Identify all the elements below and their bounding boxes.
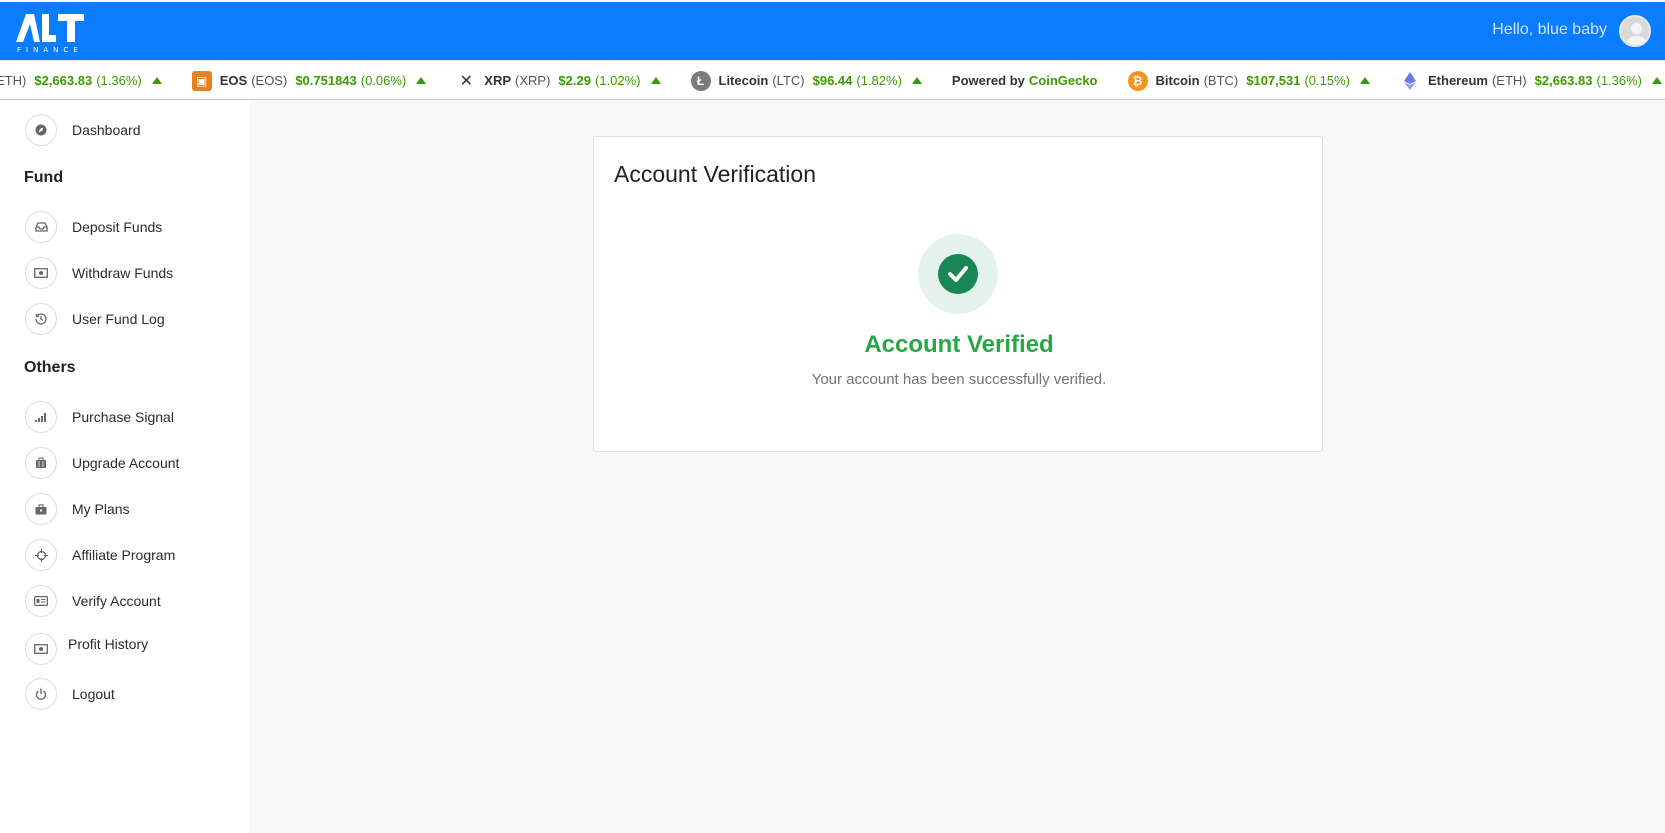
- id-card-icon: [25, 585, 57, 617]
- ethereum-icon: [1400, 71, 1420, 91]
- ticker-item-eos[interactable]: ▣ EOS (EOS) $0.751843 (0.06%): [191, 70, 427, 91]
- up-arrow-icon: [1652, 77, 1663, 84]
- check-circle-icon: [938, 254, 978, 294]
- status-message: Your account has been successfully verif…: [811, 371, 1107, 388]
- up-arrow-icon: [416, 77, 427, 84]
- ticker-item-bitcoin[interactable]: ₿ Bitcoin (BTC) $107,531 (0.15%): [1127, 70, 1370, 91]
- section-heading-fund: Fund: [24, 169, 64, 186]
- sidebar-item-verify-account[interactable]: Verify Account: [25, 585, 161, 617]
- sidebar-item-purchase-signal[interactable]: Purchase Signal: [25, 401, 174, 433]
- compass-icon: [25, 114, 57, 146]
- crosshair-icon: [25, 539, 57, 571]
- luggage-icon: [25, 447, 57, 479]
- sidebar-item-my-plans[interactable]: My Plans: [25, 493, 130, 525]
- power-icon: [25, 678, 57, 710]
- svg-text:FINANCE: FINANCE: [17, 46, 83, 54]
- sidebar-item-upgrade-account[interactable]: Upgrade Account: [25, 447, 179, 479]
- sidebar-item-logout[interactable]: Logout: [25, 678, 115, 710]
- account-verification-card: Account Verification Account Verified Yo…: [593, 136, 1323, 452]
- crypto-price-ticker: ETH) $2,663.83 (1.36%) ▣ EOS (EOS) $0.75…: [0, 60, 1665, 100]
- coingecko-link[interactable]: CoinGecko: [1029, 73, 1098, 88]
- up-arrow-icon: [151, 77, 162, 84]
- sidebar-item-user-fund-log[interactable]: User Fund Log: [25, 303, 165, 335]
- sidebar-item-affiliate-program[interactable]: Affiliate Program: [25, 539, 175, 571]
- history-icon: [25, 303, 57, 335]
- card-title: Account Verification: [614, 161, 817, 187]
- bitcoin-icon: ₿: [1127, 70, 1148, 91]
- cash-icon: [25, 257, 57, 289]
- sidebar-item-deposit-funds[interactable]: Deposit Funds: [25, 211, 162, 243]
- signal-bars-icon: [25, 401, 57, 433]
- ticker-item-litecoin[interactable]: Ł Litecoin (LTC) $96.44 (1.82%): [690, 70, 922, 91]
- top-navbar: FINANCE Hello, blue baby: [0, 2, 1665, 60]
- up-arrow-icon: [1360, 77, 1370, 84]
- sidebar: Dashboard Fund Deposit Funds Withdraw Fu…: [0, 101, 250, 833]
- ticker-item-eth[interactable]: ETH) $2,663.83 (1.36%): [0, 73, 162, 88]
- ticker-item-xrp[interactable]: ✕ XRP (XRP) $2.29 (1.02%): [456, 71, 661, 91]
- sidebar-item-withdraw-funds[interactable]: Withdraw Funds: [25, 257, 173, 289]
- ticker-item-ethereum[interactable]: Ethereum (ETH) $2,663.83 (1.36%): [1400, 71, 1663, 91]
- sidebar-item-dashboard[interactable]: Dashboard: [25, 114, 141, 146]
- xrp-icon: ✕: [459, 72, 473, 90]
- verified-badge: [918, 234, 998, 314]
- cash-icon: [25, 633, 57, 665]
- section-heading-others: Others: [24, 359, 76, 376]
- eos-icon: ▣: [191, 70, 212, 91]
- sidebar-item-profit-history[interactable]: Profit History: [25, 628, 148, 665]
- user-avatar[interactable]: [1619, 15, 1651, 47]
- alt-finance-logo[interactable]: FINANCE: [14, 12, 89, 54]
- up-arrow-icon: [911, 77, 922, 84]
- inbox-icon: [25, 211, 57, 243]
- powered-by-coingecko[interactable]: Powered by CoinGecko: [952, 73, 1098, 88]
- user-greeting[interactable]: Hello, blue baby: [1492, 21, 1607, 39]
- up-arrow-icon: [650, 77, 661, 84]
- status-title: Account Verified: [864, 331, 1054, 358]
- litecoin-icon: Ł: [690, 70, 711, 91]
- briefcase-icon: [25, 493, 57, 525]
